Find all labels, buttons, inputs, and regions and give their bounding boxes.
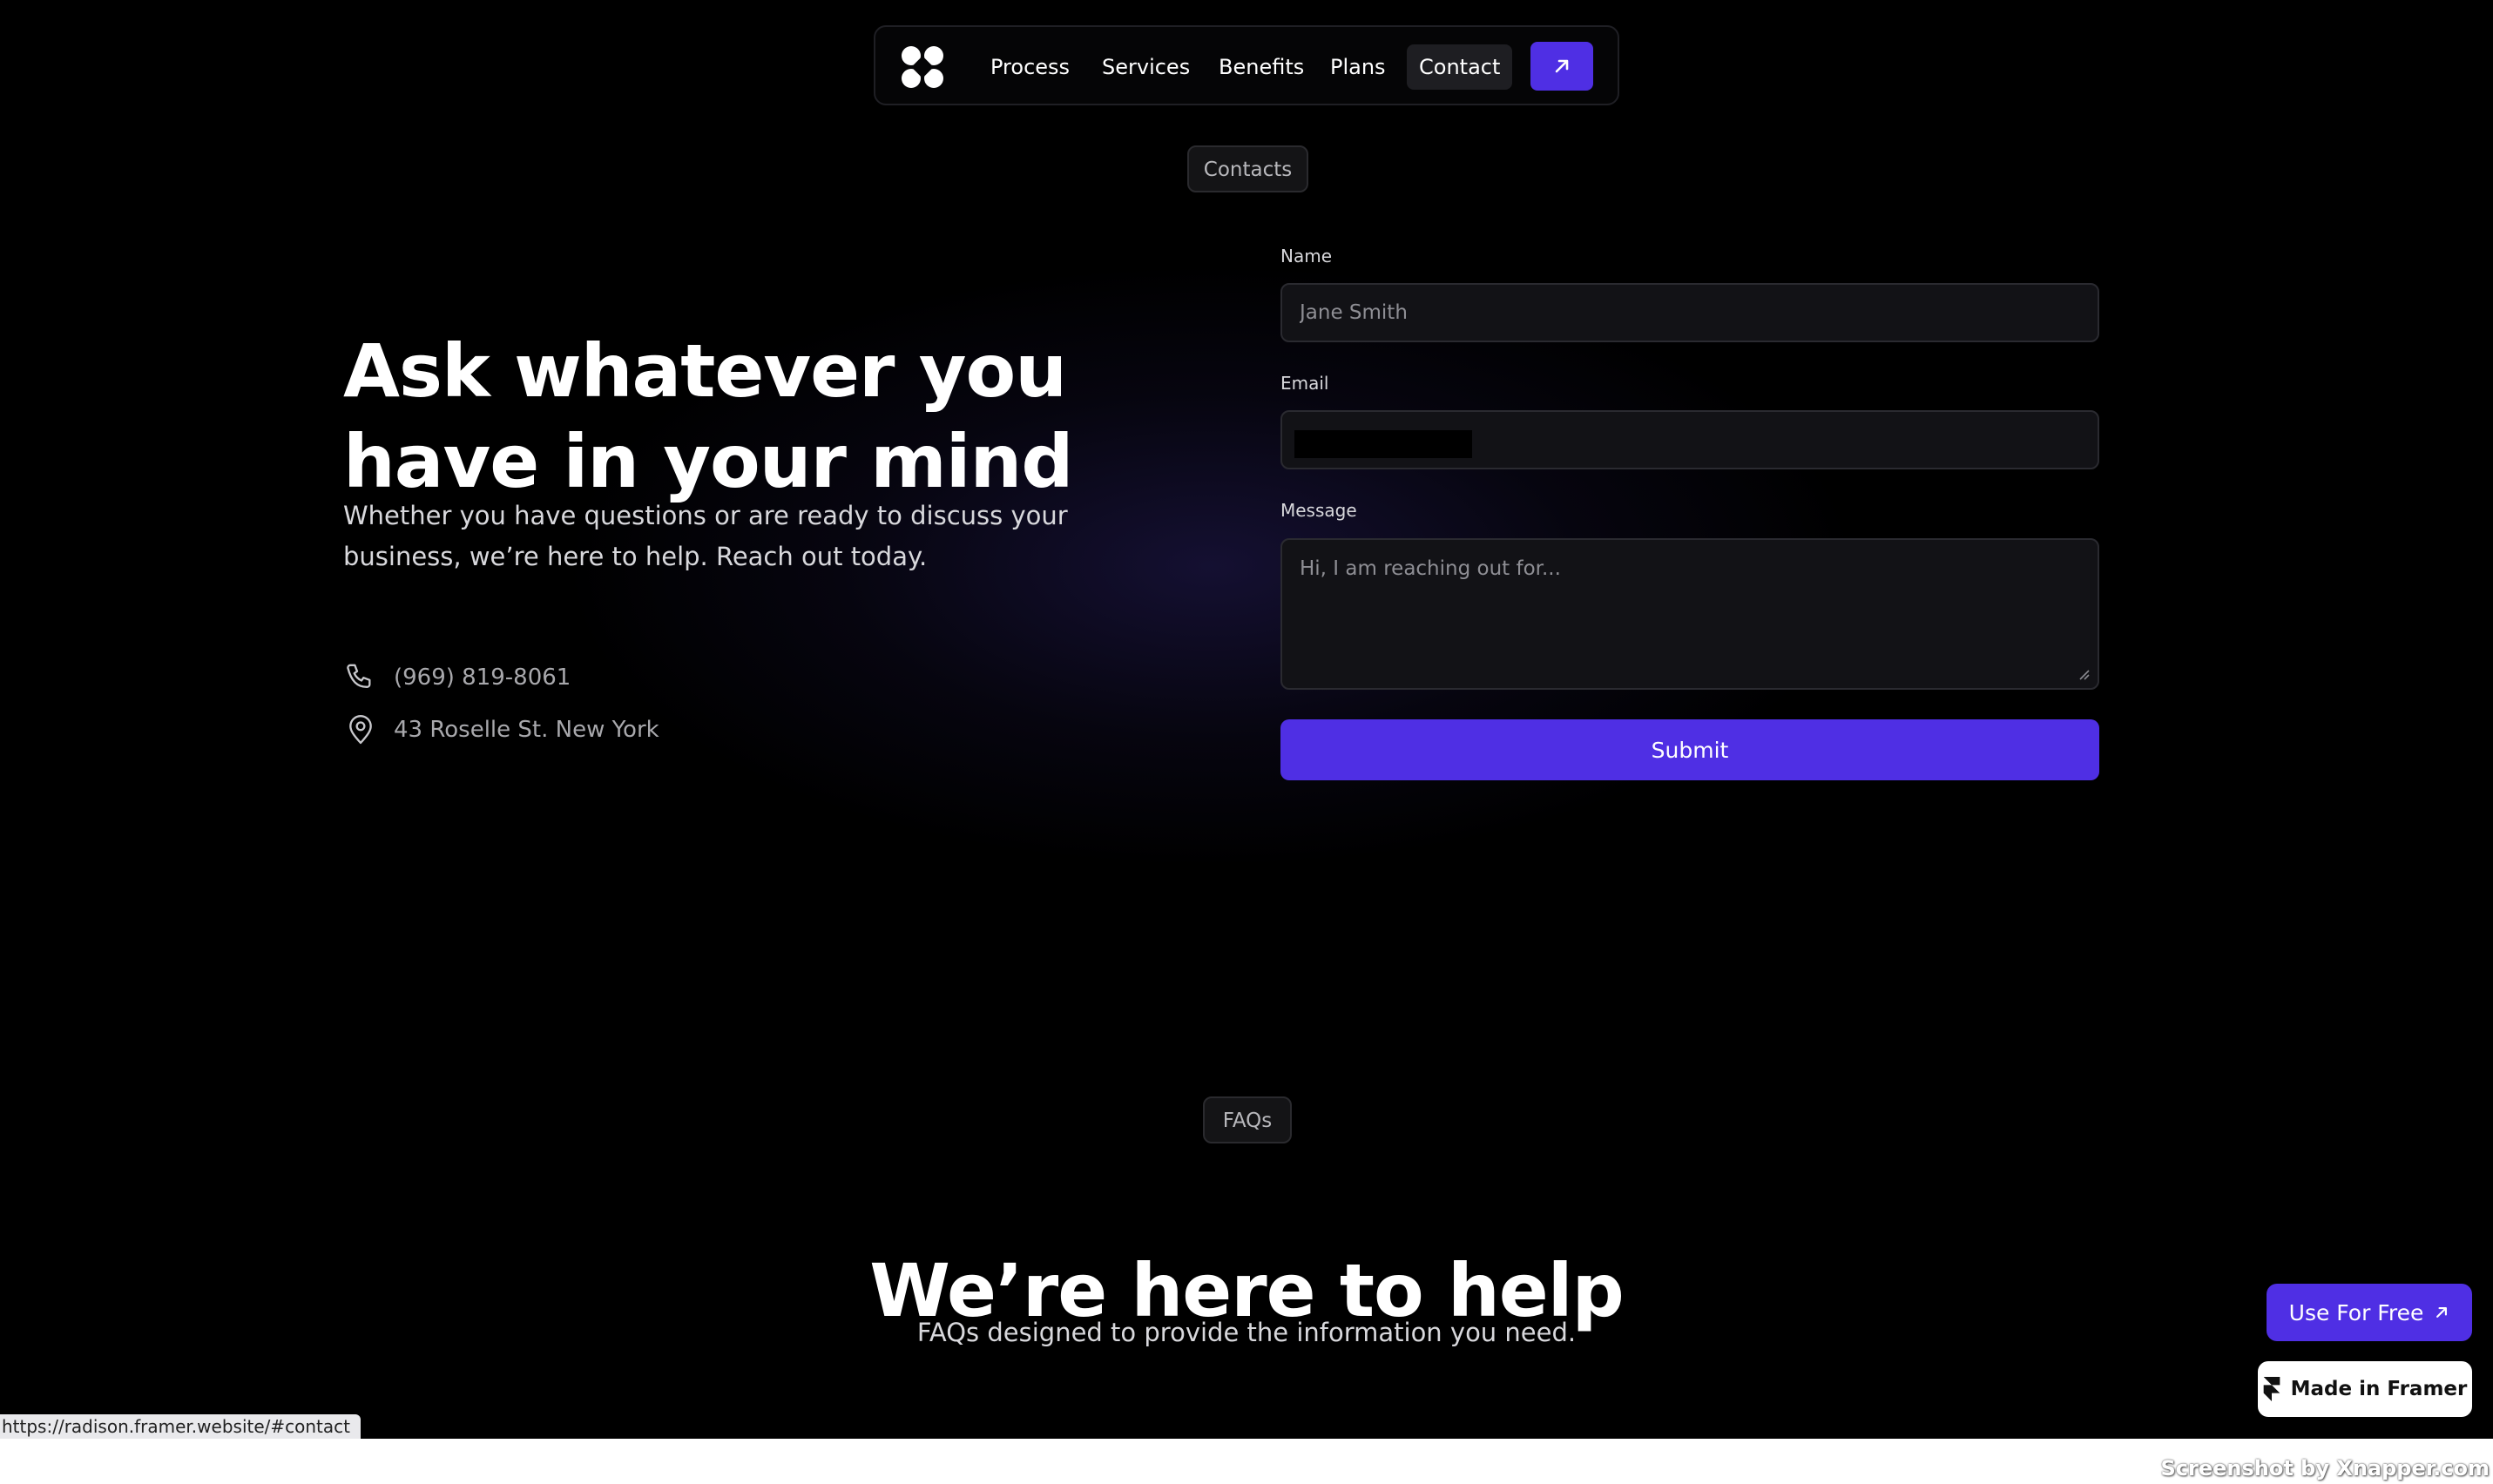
faq-subtitle: FAQs designed to provide the information… — [916, 1318, 1577, 1347]
arrow-up-right-icon — [1555, 59, 1569, 73]
nav-item-process[interactable]: Process — [978, 44, 1082, 90]
location-pin-icon — [349, 715, 372, 745]
nav-item-services[interactable]: Services — [1090, 44, 1202, 90]
nav-item-plans[interactable]: Plans — [1318, 44, 1398, 90]
email-label: Email — [1280, 373, 1329, 394]
name-input[interactable] — [1280, 283, 2099, 342]
use-for-free-button[interactable]: Use For Free — [2267, 1284, 2472, 1341]
made-in-framer-label: Made in Framer — [2290, 1378, 2468, 1400]
status-bar-url: https://radison.framer.website/#contact — [0, 1414, 361, 1439]
address-text: 43 Roselle St. New York — [394, 717, 659, 743]
arrow-up-right-icon — [2436, 1307, 2448, 1318]
nav-item-contact[interactable]: Contact — [1407, 44, 1513, 90]
logo-icon[interactable] — [902, 46, 943, 88]
message-textarea[interactable] — [1280, 538, 2099, 690]
name-label: Name — [1280, 246, 1333, 266]
contact-title: Ask whatever you have in your mind — [343, 328, 1073, 505]
phone-row[interactable]: (969) 819-8061 — [343, 658, 571, 697]
address-row[interactable]: 43 Roselle St. New York — [343, 711, 659, 749]
message-label: Message — [1280, 500, 1357, 521]
nav-item-benefits[interactable]: Benefits — [1206, 44, 1316, 90]
faqs-pill: FAQs — [1203, 1096, 1292, 1143]
nav-cta-button[interactable] — [1530, 42, 1593, 91]
use-for-free-label: Use For Free — [2288, 1299, 2424, 1325]
made-in-framer-badge[interactable]: Made in Framer — [2258, 1361, 2472, 1417]
contact-subtitle: Whether you have questions or are ready … — [343, 501, 1068, 571]
page: Process Services Benefits Plans Contact … — [0, 0, 2493, 1439]
email-redaction — [1294, 430, 1472, 458]
top-nav: Process Services Benefits Plans Contact — [874, 25, 1619, 105]
resize-grip-icon[interactable] — [2077, 667, 2091, 681]
contacts-pill: Contacts — [1187, 145, 1308, 192]
framer-logo-icon — [2263, 1377, 2280, 1401]
phone-text: (969) 819-8061 — [394, 664, 571, 691]
screenshot-watermark: Screenshot by Xnapper.com — [2160, 1456, 2490, 1481]
submit-button[interactable]: Submit — [1280, 719, 2099, 780]
phone-icon — [347, 664, 371, 688]
